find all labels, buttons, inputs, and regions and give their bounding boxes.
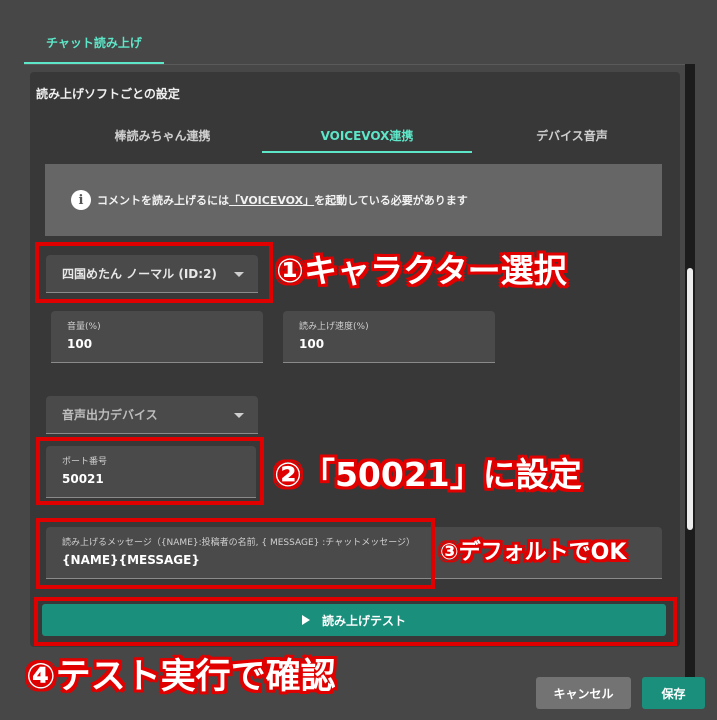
audio-device-select[interactable]: 音声出力デバイス <box>46 396 258 434</box>
annotation-message-default: ③デフォルトでOK <box>440 540 627 565</box>
annotation-test: ④テスト実行で確認 <box>26 657 336 697</box>
speed-field[interactable]: 読み上げ速度(%) 100 <box>283 311 495 363</box>
scrollbar-thumb[interactable] <box>687 268 693 530</box>
volume-label: 音量(%) <box>67 322 101 332</box>
highlight-box-test <box>34 597 677 646</box>
subtab-bouyomi-label: 棒読みちゃん連携 <box>114 128 211 143</box>
save-button-label: 保存 <box>661 686 686 701</box>
save-button[interactable]: 保存 <box>642 677 705 709</box>
tab-divider <box>24 64 694 65</box>
notice-banner: i コメントを読み上げるには 「VOICEVOX」 を起動している必要があります <box>45 164 662 236</box>
tab-chat-reading-label: チャット読み上げ <box>46 35 142 50</box>
highlight-box-message <box>36 518 435 589</box>
highlight-box-character <box>35 242 273 303</box>
cancel-button[interactable]: キャンセル <box>536 677 631 709</box>
notice-text-after: を起動している必要があります <box>314 194 468 207</box>
speed-label: 読み上げ速度(%) <box>299 322 369 332</box>
info-icon: i <box>71 190 91 210</box>
cancel-button-label: キャンセル <box>553 686 614 701</box>
notice-text-before: コメントを読み上げるには <box>97 194 229 207</box>
annotation-character-select: ①キャラクター選択 <box>276 251 567 290</box>
chevron-down-icon <box>234 412 244 418</box>
notice-link-voicevox: 「VOICEVOX」 <box>229 194 315 207</box>
section-title: 読み上げソフトごとの設定 <box>36 87 180 101</box>
volume-value: 100 <box>67 337 93 351</box>
subtab-bouyomi[interactable]: 棒読みちゃん連携 <box>45 118 280 152</box>
annotation-port: ②「50021」に設定 <box>274 455 582 494</box>
highlight-box-port <box>36 437 264 505</box>
subtab-active-indicator <box>262 151 472 153</box>
audio-device-select-value: 音声出力デバイス <box>62 408 158 422</box>
speed-value: 100 <box>299 337 325 351</box>
subtab-device-audio[interactable]: デバイス音声 <box>472 118 672 152</box>
subtab-device-audio-label: デバイス音声 <box>536 128 608 143</box>
tab-chat-reading[interactable]: チャット読み上げ <box>24 20 164 64</box>
volume-field[interactable]: 音量(%) 100 <box>51 311 263 363</box>
subtab-voicevox-label: VOICEVOX連携 <box>320 128 414 143</box>
subtab-voicevox[interactable]: VOICEVOX連携 <box>262 118 472 152</box>
